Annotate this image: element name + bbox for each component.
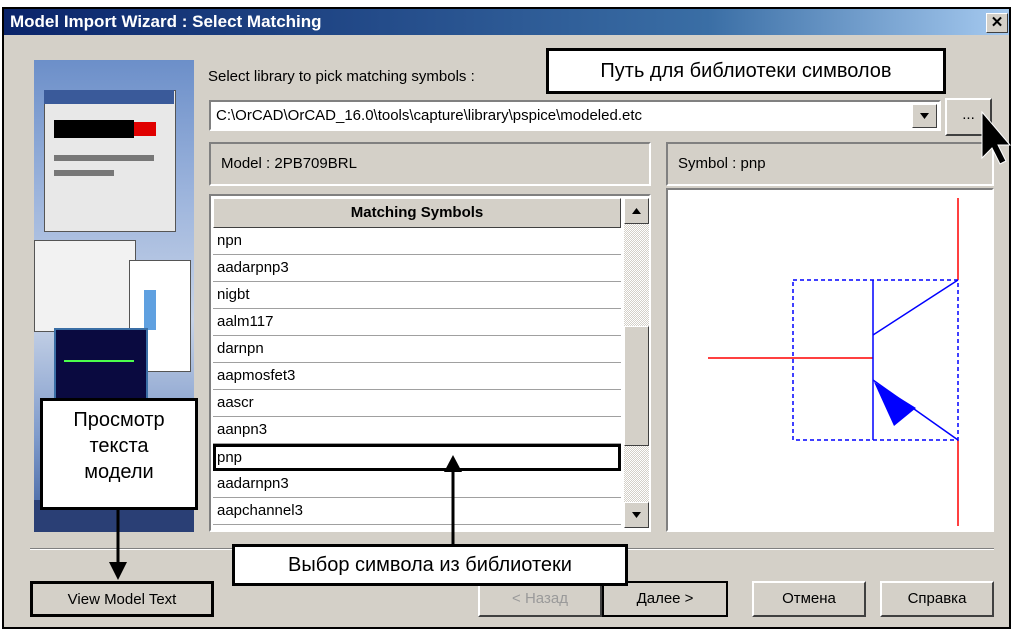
arrow-down-icon	[109, 562, 127, 580]
arrow-up-icon	[444, 455, 462, 472]
cursor-icon	[981, 110, 1011, 165]
annotation-arrows	[109, 110, 1011, 580]
